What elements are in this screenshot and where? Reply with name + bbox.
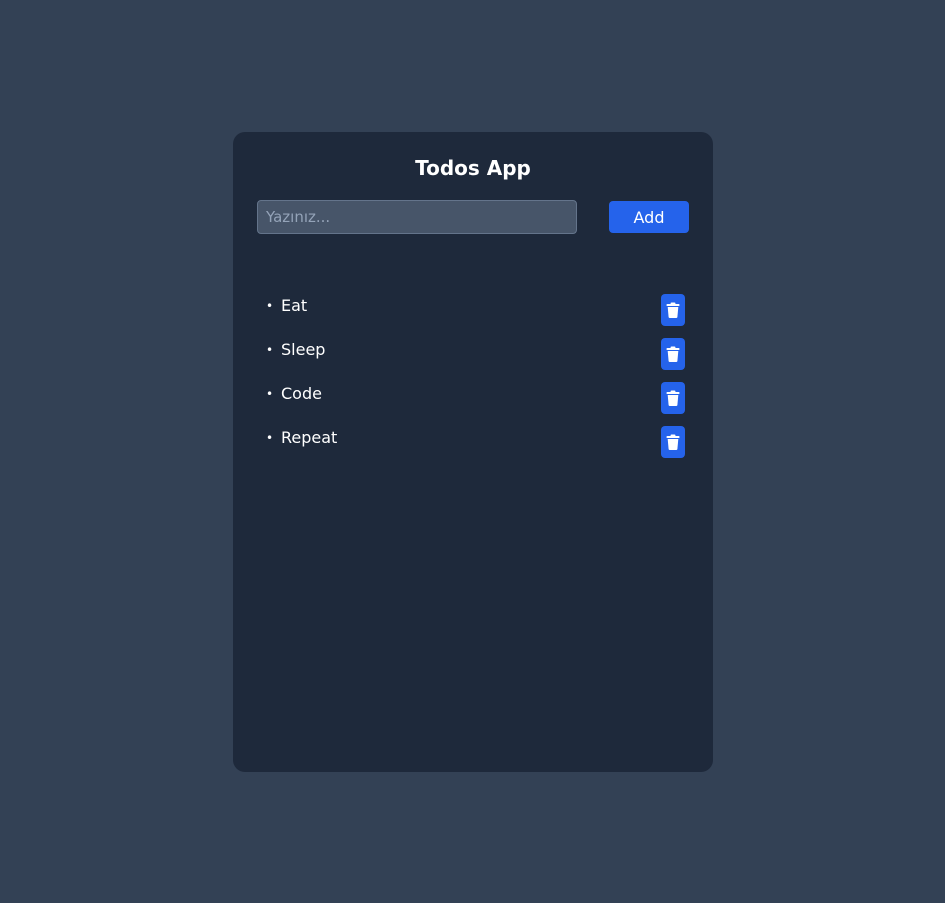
todo-item-sleep: • Sleep	[233, 338, 713, 382]
add-button[interactable]: Add	[609, 201, 689, 233]
todo-text: Eat	[281, 296, 308, 315]
app-title: Todos App	[415, 156, 531, 180]
todo-list: • Eat • Sleep • Code • Repeat	[233, 294, 713, 470]
delete-button[interactable]	[661, 294, 685, 326]
delete-button[interactable]	[661, 338, 685, 370]
trash-icon	[666, 390, 680, 406]
trash-icon	[666, 346, 680, 362]
todo-item-repeat: • Repeat	[233, 426, 713, 470]
bullet: •	[266, 299, 274, 313]
bullet: •	[266, 431, 274, 445]
todo-text: Sleep	[281, 340, 326, 359]
todo-text: Repeat	[281, 428, 338, 447]
delete-button[interactable]	[661, 426, 685, 458]
todo-input[interactable]	[257, 200, 577, 234]
todo-item-code: • Code	[233, 382, 713, 426]
todo-item-eat: • Eat	[233, 294, 713, 338]
trash-icon	[666, 434, 680, 450]
bullet: •	[266, 387, 274, 401]
todo-text: Code	[281, 384, 322, 403]
trash-icon	[666, 302, 680, 318]
bullet: •	[266, 343, 274, 357]
delete-button[interactable]	[661, 382, 685, 414]
todo-card: Todos App Add • Eat • Sleep	[233, 132, 713, 772]
